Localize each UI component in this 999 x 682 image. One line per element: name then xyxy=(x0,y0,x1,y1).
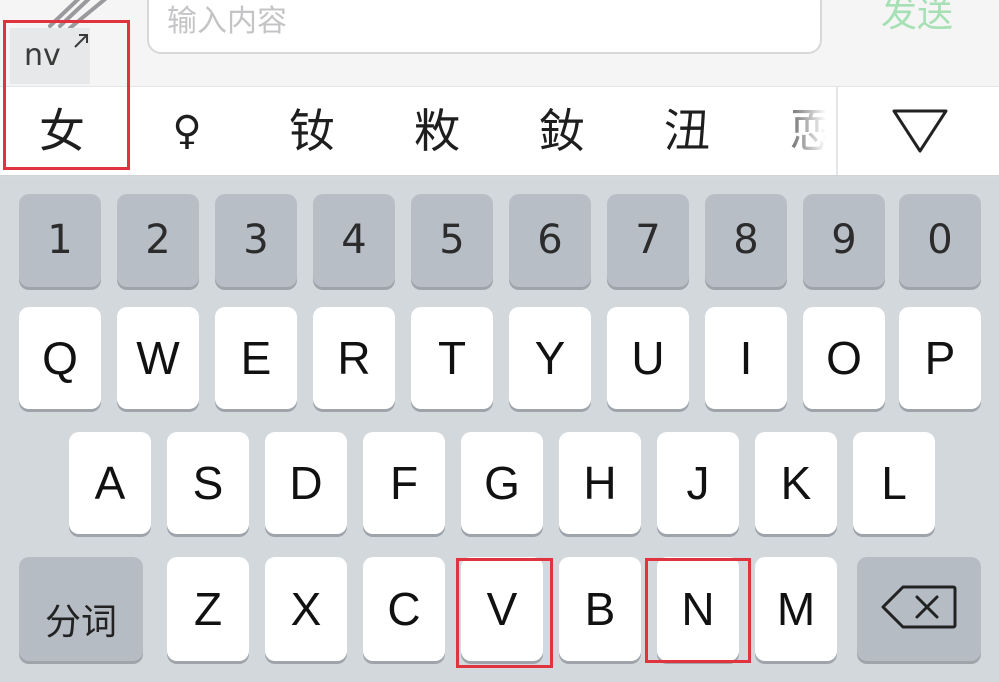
key-c[interactable]: C xyxy=(363,557,445,661)
key-v[interactable]: V xyxy=(461,557,543,661)
candidate-item[interactable]: 釹 xyxy=(512,87,612,175)
key-r[interactable]: R xyxy=(313,307,395,409)
key-0[interactable]: 0 xyxy=(899,194,981,287)
message-input[interactable]: 输入内容 xyxy=(147,0,822,54)
candidate-item[interactable]: 女 xyxy=(12,87,112,175)
paperclip-icon[interactable] xyxy=(42,0,112,30)
key-w[interactable]: W xyxy=(117,307,199,409)
key-y[interactable]: Y xyxy=(509,307,591,409)
message-input-placeholder: 输入内容 xyxy=(167,4,287,39)
segment-key-label: 分词 xyxy=(44,602,117,643)
key-2[interactable]: 2 xyxy=(117,194,199,287)
key-b[interactable]: B xyxy=(559,557,641,661)
key-d[interactable]: D xyxy=(265,432,347,534)
key-4[interactable]: 4 xyxy=(313,194,395,287)
key-g[interactable]: G xyxy=(461,432,543,534)
key-3[interactable]: 3 xyxy=(215,194,297,287)
candidate-item[interactable]: 敉 xyxy=(387,87,487,175)
key-u[interactable]: U xyxy=(607,307,689,409)
key-6[interactable]: 6 xyxy=(509,194,591,287)
key-5[interactable]: 5 xyxy=(411,194,493,287)
key-f[interactable]: F xyxy=(363,432,445,534)
candidate-item[interactable]: ♀ xyxy=(137,87,237,175)
key-x[interactable]: X xyxy=(265,557,347,661)
send-button[interactable]: 发送 xyxy=(862,0,972,46)
key-i[interactable]: I xyxy=(705,307,787,409)
pinyin-text: nv xyxy=(24,38,61,73)
key-o[interactable]: O xyxy=(803,307,885,409)
pinyin-composition[interactable]: nv xyxy=(10,28,90,84)
key-q[interactable]: Q xyxy=(19,307,101,409)
key-7[interactable]: 7 xyxy=(607,194,689,287)
down-triangle-icon xyxy=(890,107,950,155)
composer-bar: 输入内容 发送 nv xyxy=(0,0,999,86)
key-p[interactable]: P xyxy=(899,307,981,409)
key-8[interactable]: 8 xyxy=(705,194,787,287)
key-z[interactable]: Z xyxy=(167,557,249,661)
key-j[interactable]: J xyxy=(657,432,739,534)
key-k[interactable]: K xyxy=(755,432,837,534)
key-s[interactable]: S xyxy=(167,432,249,534)
candidate-item[interactable]: 钕 xyxy=(262,87,362,175)
segment-key[interactable]: 分词 xyxy=(19,557,143,661)
backspace-key[interactable] xyxy=(857,557,981,661)
key-e[interactable]: E xyxy=(215,307,297,409)
keyboard: 1 2 3 4 5 6 7 8 9 0 Q W E R T Y U I O P … xyxy=(0,177,999,682)
expand-candidates-button[interactable] xyxy=(836,87,999,175)
key-t[interactable]: T xyxy=(411,307,493,409)
candidate-fade xyxy=(770,87,836,175)
key-h[interactable]: H xyxy=(559,432,641,534)
candidate-bar: 女 ♀ 钕 敉 釹 沑 恧 xyxy=(0,86,999,176)
key-a[interactable]: A xyxy=(69,432,151,534)
backspace-icon xyxy=(881,585,957,629)
key-m[interactable]: M xyxy=(755,557,837,661)
key-l[interactable]: L xyxy=(853,432,935,534)
diagonal-arrow-icon xyxy=(72,32,90,50)
candidate-item[interactable]: 沑 xyxy=(637,87,737,175)
key-9[interactable]: 9 xyxy=(803,194,885,287)
key-1[interactable]: 1 xyxy=(19,194,101,287)
key-n[interactable]: N xyxy=(657,557,739,661)
